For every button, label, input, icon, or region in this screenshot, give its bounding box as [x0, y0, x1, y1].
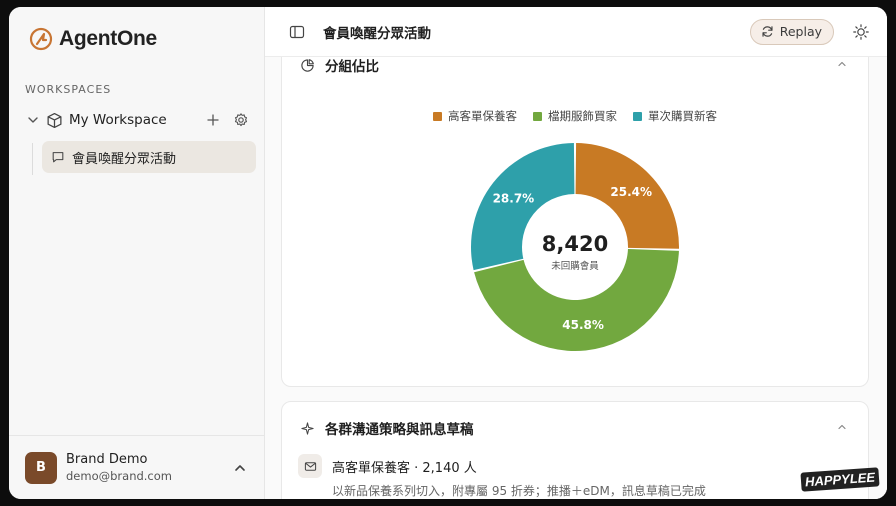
legend-item: 檔期服飾買家	[533, 108, 617, 124]
brand-logo-icon	[29, 27, 53, 51]
plus-icon[interactable]	[205, 112, 221, 128]
user-email: demo@brand.com	[66, 469, 172, 483]
legend-swatch	[533, 111, 542, 121]
chevron-down-icon[interactable]	[25, 112, 41, 128]
tree-line	[32, 143, 33, 175]
page-title: 會員喚醒分眾活動	[323, 25, 431, 42]
user-info: Brand Demo demo@brand.com	[66, 452, 233, 483]
center-value: 8,420	[542, 232, 608, 256]
brand-name: AgentOne	[59, 27, 157, 50]
chat-bubble-icon	[52, 152, 64, 163]
segment-icon-box	[298, 454, 322, 478]
legend-swatch	[633, 111, 642, 121]
segment-row[interactable]: 高客單保養客 · 2,140 人 以新品保養系列切入，附專屬 95 折券；推播＋…	[298, 454, 706, 499]
center-label: 未回購會員	[551, 260, 599, 272]
sidebar-item-label: 會員喚醒分眾活動	[72, 151, 177, 167]
segment-share-card: 分組佔比 高客單保養客 檔期服飾買家 單次購買新客 25.4% 45.8% 28…	[281, 57, 869, 387]
workspace-name: My Workspace	[69, 112, 167, 128]
sidebar: AgentOne WORKSPACES My Workspace 會員喚醒分眾活…	[9, 7, 265, 499]
legend-label: 檔期服飾買家	[548, 109, 617, 123]
segment-text: 高客單保養客 · 2,140 人 以新品保養系列切入，附專屬 95 折券；推播＋…	[332, 454, 706, 499]
legend-item: 高客單保養客	[433, 108, 517, 124]
sidebar-item-chat[interactable]: 會員喚醒分眾活動	[42, 141, 256, 173]
legend-swatch	[433, 111, 442, 121]
avatar: B	[25, 451, 57, 484]
topbar: 會員喚醒分眾活動 Replay	[265, 7, 887, 57]
card-header: 分組佔比	[300, 57, 379, 75]
chevron-up-icon[interactable]	[836, 421, 848, 433]
refresh-icon	[762, 26, 773, 37]
slice-label: 45.8%	[562, 318, 604, 332]
app-window: AgentOne WORKSPACES My Workspace 會員喚醒分眾活…	[9, 7, 887, 499]
main-panel: 會員喚醒分眾活動 Replay 分組佔比 高客單保養客 檔期服飾買家 單次購買新…	[265, 7, 887, 499]
replay-label: Replay	[779, 24, 822, 39]
gear-icon[interactable]	[233, 112, 249, 128]
chart-legend: 高客單保養客 檔期服飾買家 單次購買新客	[282, 108, 868, 124]
pie-chart-icon	[301, 58, 314, 72]
sidebar-toggle-icon[interactable]	[289, 24, 305, 40]
sun-icon[interactable]	[852, 23, 870, 41]
user-name: Brand Demo	[66, 452, 148, 467]
content-area[interactable]: 分組佔比 高客單保養客 檔期服飾買家 單次購買新客 25.4% 45.8% 28…	[265, 57, 887, 499]
chevron-up-icon[interactable]	[836, 58, 848, 70]
mail-icon	[304, 461, 316, 471]
legend-label: 高客單保養客	[448, 109, 517, 123]
slice-label: 25.4%	[610, 185, 652, 199]
strategy-card: 各群溝通策略與訊息草稿 高客單保養客 · 2,140 人 以新品保養系列切入，附	[281, 401, 869, 499]
legend-item: 單次購買新客	[633, 108, 717, 124]
replay-button[interactable]: Replay	[749, 18, 834, 45]
chevron-up-icon[interactable]	[233, 461, 247, 475]
legend-label: 單次購買新客	[648, 109, 717, 123]
brand[interactable]: AgentOne	[29, 27, 157, 51]
segment-description: 以新品保養系列切入，附專屬 95 折券；推播＋eDM，訊息草稿已完成	[332, 484, 706, 498]
segment-title: 高客單保養客 · 2,140 人	[332, 461, 477, 476]
card-header: 各群溝通策略與訊息草稿	[300, 418, 474, 438]
workspace-row[interactable]: My Workspace	[21, 107, 253, 133]
card-title: 各群溝通策略與訊息草稿	[325, 422, 474, 438]
cube-icon	[47, 112, 62, 128]
sparkle-icon	[301, 421, 314, 435]
card-title: 分組佔比	[325, 59, 379, 75]
workspaces-section-label: WORKSPACES	[25, 83, 112, 96]
donut-chart: 25.4% 45.8% 28.7% 8,420 未回購會員	[471, 143, 679, 352]
user-menu[interactable]: B Brand Demo demo@brand.com	[9, 435, 265, 499]
slice-label: 28.7%	[493, 191, 535, 205]
